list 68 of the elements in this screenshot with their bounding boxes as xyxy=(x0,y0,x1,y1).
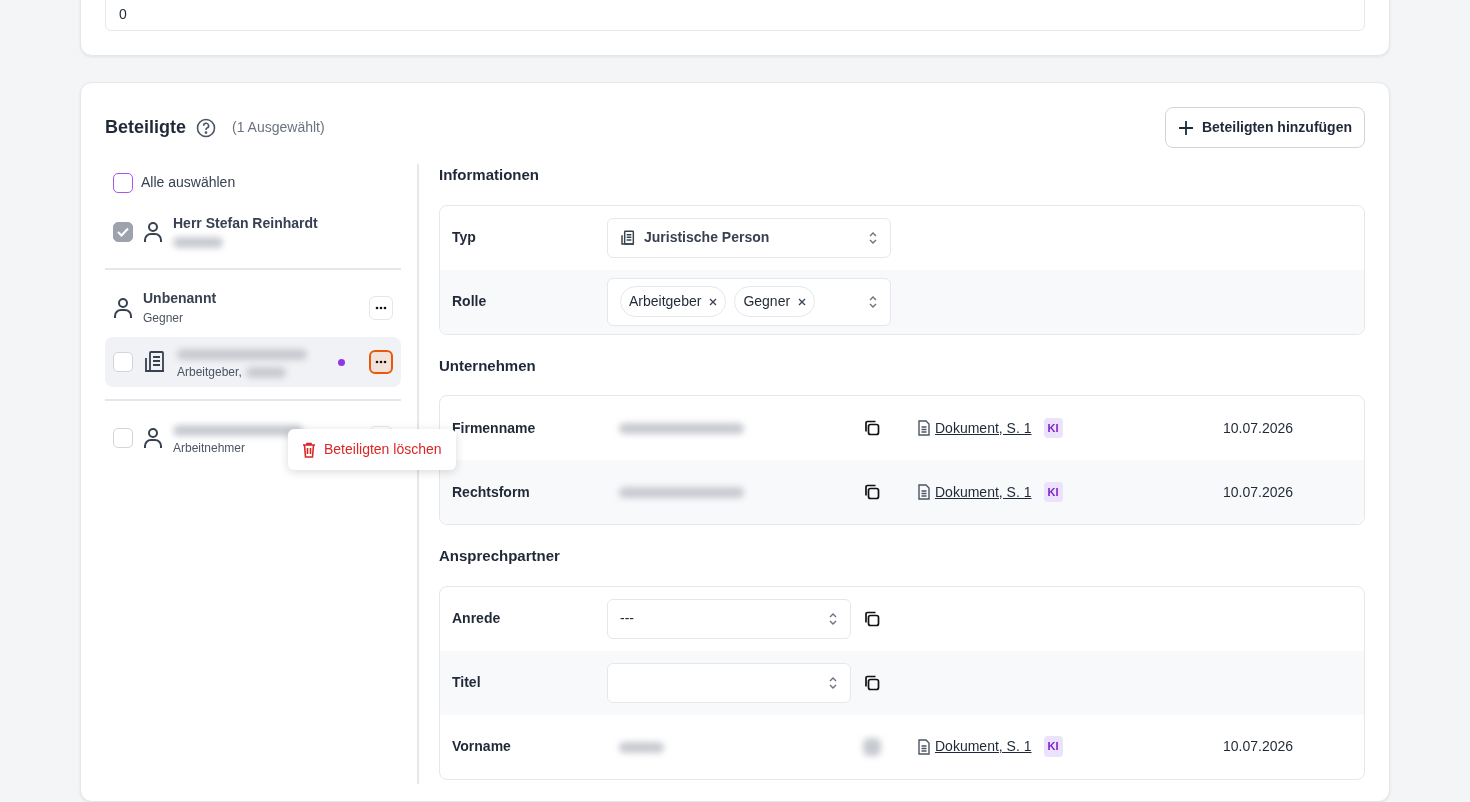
checkbox[interactable] xyxy=(113,172,133,193)
select-field[interactable]: Arbeitgeber Gegner xyxy=(607,277,891,326)
copy-icon xyxy=(863,673,881,692)
participant-role: Gegner xyxy=(143,310,184,327)
chevron-icon xyxy=(868,230,878,245)
field-label: Typ xyxy=(452,228,477,247)
trash-icon xyxy=(302,441,316,458)
select-all-label: Alle auswählen xyxy=(141,173,236,192)
date-text: 10.07.2026 xyxy=(1223,482,1294,502)
input-field[interactable]: 0 xyxy=(105,0,1365,31)
copy-icon xyxy=(863,483,881,501)
help-icon xyxy=(196,117,217,138)
ai-badge: KI xyxy=(1043,481,1063,503)
ellipsis-icon xyxy=(375,360,387,364)
building-icon xyxy=(143,350,167,374)
chevron-icon xyxy=(828,611,838,626)
checkbox[interactable] xyxy=(113,221,133,242)
source-link[interactable]: Dokument, S. 1 xyxy=(935,481,1032,503)
field-label: Vorname xyxy=(452,737,512,756)
field-label: Anrede xyxy=(452,609,502,628)
add-participant-button[interactable]: Beteiligten hinzufügen xyxy=(1164,107,1365,148)
chevron-icon xyxy=(828,675,838,690)
copy-icon xyxy=(863,609,881,628)
participant-name: Herr Stefan Reinhardt xyxy=(173,214,318,233)
panel-title: Unternehmen xyxy=(439,355,537,376)
person-icon xyxy=(143,427,163,449)
delete-menu-item[interactable]: Beteiligten löschen xyxy=(302,439,442,460)
date-text: 10.07.2026 xyxy=(1223,737,1294,756)
panel-title: Informationen xyxy=(439,165,540,185)
selected-count: (1 Ausgewählt) xyxy=(232,118,325,137)
source-link[interactable]: Dokument, S. 1 xyxy=(935,417,1032,439)
person-icon xyxy=(113,296,133,319)
select-field[interactable] xyxy=(607,662,851,703)
copy-button[interactable] xyxy=(863,419,881,437)
chevron-icon xyxy=(868,294,878,309)
participant-name: Unbenannt xyxy=(143,289,217,308)
copy-button[interactable] xyxy=(863,673,881,692)
ellipsis-icon xyxy=(375,305,387,310)
select-field[interactable]: Juristische Person xyxy=(607,217,891,258)
participant-row[interactable]: Arbeitgeber, xyxy=(105,337,401,387)
field-label: Rolle xyxy=(452,292,488,311)
select-field[interactable]: --- xyxy=(607,598,851,639)
remove-icon xyxy=(798,297,807,306)
section-title: Beteiligte xyxy=(105,116,187,139)
copy-icon xyxy=(863,419,881,437)
check-icon xyxy=(117,226,129,237)
remove-icon xyxy=(709,297,718,306)
document-icon xyxy=(917,484,931,500)
field-label: Firmenname xyxy=(452,418,537,438)
ai-badge: KI xyxy=(1043,417,1063,439)
more-button[interactable] xyxy=(369,350,393,374)
field-label: Rechtsform xyxy=(452,482,531,502)
plus-icon xyxy=(1177,119,1194,136)
document-icon xyxy=(917,738,931,755)
person-icon xyxy=(143,220,163,243)
participant-row[interactable]: Herr Stefan Reinhardt xyxy=(105,207,401,256)
participant-role: Arbeitgeber, xyxy=(177,364,242,381)
document-icon xyxy=(917,420,931,436)
role-chip[interactable]: Gegner xyxy=(734,286,816,317)
participant-role: Arbeitnehmer xyxy=(173,440,246,457)
field-label: Titel xyxy=(452,673,482,692)
role-chip[interactable]: Arbeitgeber xyxy=(620,286,727,317)
date-text: 10.07.2026 xyxy=(1223,418,1294,438)
source-link[interactable]: Dokument, S. 1 xyxy=(935,736,1032,757)
panel-title: Ansprechpartner xyxy=(439,546,561,566)
copy-button[interactable] xyxy=(863,483,881,501)
copy-button[interactable] xyxy=(863,609,881,628)
ai-badge: KI xyxy=(1043,736,1063,757)
